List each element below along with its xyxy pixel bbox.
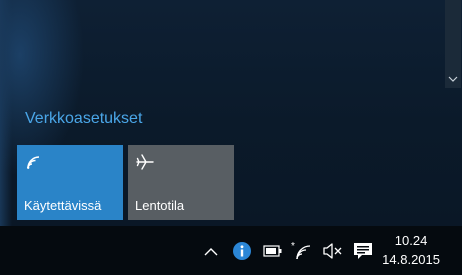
wifi-icon[interactable]: *: [291, 240, 313, 262]
clock[interactable]: 10.24 14.8.2015: [382, 231, 440, 269]
clock-time: 10.24: [394, 233, 428, 248]
airplane-mode-tile[interactable]: Lentotila: [128, 145, 234, 220]
wifi-tile-label: Käytettävissä: [24, 198, 102, 213]
wifi-tile[interactable]: Käytettävissä: [17, 145, 123, 220]
battery-icon[interactable]: [263, 240, 283, 262]
network-flyout: Verkkoasetukset Käytettävissä Lentotila: [0, 0, 462, 226]
scroll-down-arrow-icon[interactable]: [445, 72, 461, 86]
info-icon[interactable]: [232, 240, 252, 262]
flyout-edge: [0, 0, 12, 226]
svg-text:*: *: [291, 241, 295, 252]
wifi-icon: [27, 156, 40, 169]
airplane-tile-label: Lentotila: [135, 198, 185, 213]
scrollbar[interactable]: [445, 0, 461, 88]
airplane-icon: [136, 154, 154, 170]
mute-icon[interactable]: [322, 240, 344, 262]
clock-date: 14.8.2015: [382, 252, 440, 267]
network-settings-link[interactable]: Verkkoasetukset: [25, 110, 142, 128]
chevron-up-icon[interactable]: [202, 240, 220, 262]
action-center-icon[interactable]: [352, 240, 374, 262]
taskbar: * 10.24 14.8.2015: [0, 226, 462, 275]
